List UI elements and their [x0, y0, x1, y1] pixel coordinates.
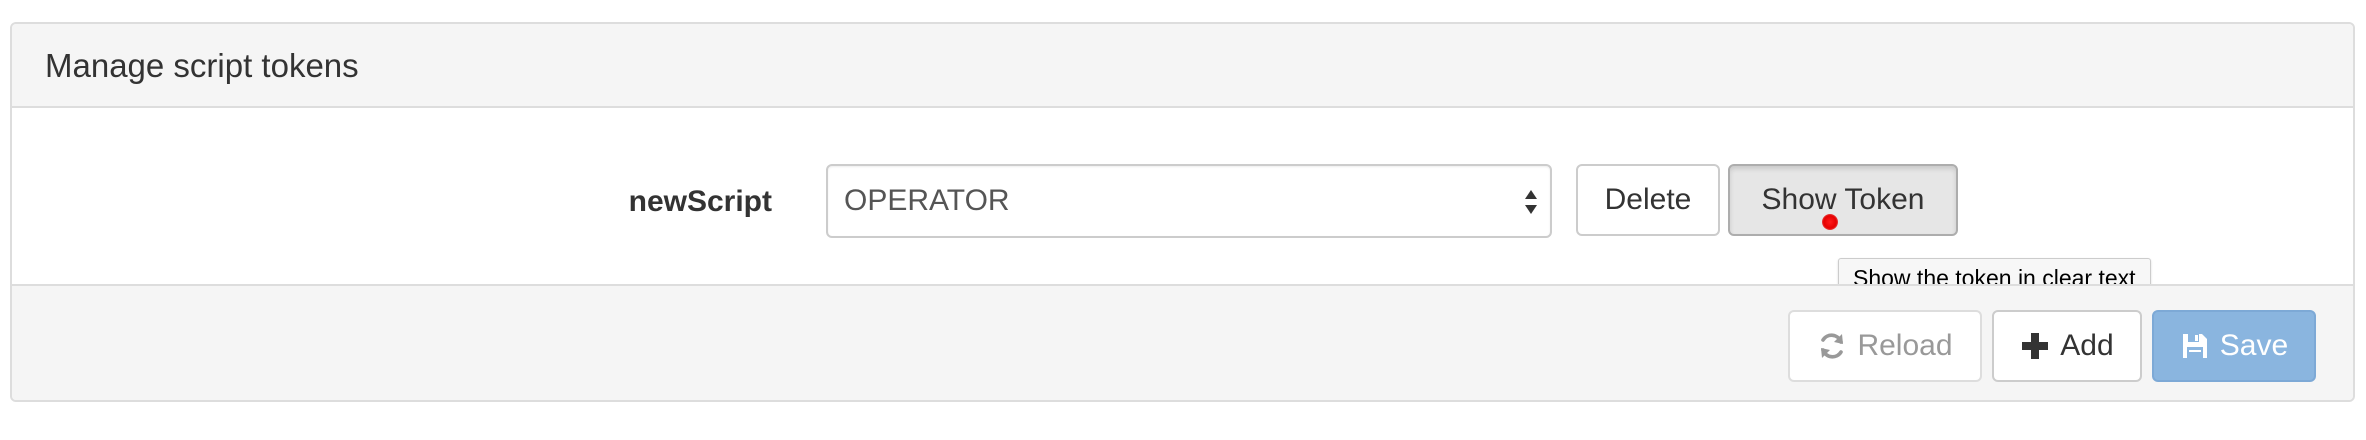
show-token-button[interactable]: Show Token: [1728, 164, 1958, 236]
reload-button-label: Reload: [1857, 329, 1953, 362]
cursor-marker: [1822, 214, 1838, 230]
role-select-value: OPERATOR: [844, 184, 1010, 217]
add-button-label: Add: [2060, 329, 2114, 362]
panel-heading: Manage script tokens: [12, 24, 2353, 108]
add-button[interactable]: Add: [1992, 310, 2142, 382]
save-button[interactable]: Save: [2152, 310, 2316, 382]
manage-tokens-panel: Manage script tokens newScript OPERATOR …: [10, 22, 2355, 402]
save-button-label: Save: [2219, 329, 2289, 362]
panel-body: newScript OPERATOR Delete Show Token Sho…: [12, 108, 2353, 298]
delete-button[interactable]: Delete: [1576, 164, 1720, 236]
role-select[interactable]: OPERATOR: [826, 164, 1552, 238]
floppy-disk-icon: [2180, 331, 2210, 361]
reload-button[interactable]: Reload: [1788, 310, 1982, 382]
script-name-label: newScript: [628, 185, 772, 218]
panel-title: Manage script tokens: [45, 47, 359, 84]
panel-footer: Reload Add Save: [12, 284, 2353, 400]
refresh-icon: [1817, 331, 1847, 361]
select-updown-icon: [1524, 184, 1538, 220]
plus-icon: [2020, 331, 2050, 361]
